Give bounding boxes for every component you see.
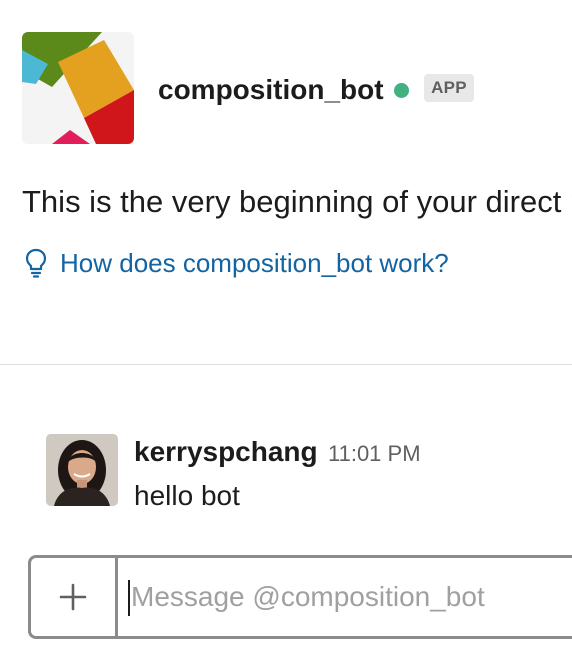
presence-indicator: [394, 83, 409, 98]
user-photo: [46, 434, 118, 506]
message-input[interactable]: [131, 576, 572, 618]
dm-intro-text: This is the very beginning of your direc…: [22, 184, 572, 219]
text-caret: [128, 580, 130, 616]
bot-avatar[interactable]: [22, 32, 134, 144]
app-badge: APP: [424, 74, 474, 102]
help-link-label: How does composition_bot work?: [60, 247, 449, 278]
dm-channel-view: composition_bot APP This is the very beg…: [0, 0, 572, 660]
plus-icon: [59, 583, 87, 611]
message-author[interactable]: kerryspchang: [134, 434, 318, 470]
user-avatar[interactable]: [46, 434, 118, 506]
message-timestamp[interactable]: 11:01 PM: [328, 440, 421, 468]
message-composer: [28, 555, 572, 639]
message-text: hello bot: [134, 480, 240, 511]
divider: [0, 364, 572, 365]
lightbulb-icon: [25, 248, 47, 278]
bot-name[interactable]: composition_bot: [158, 72, 384, 108]
help-link[interactable]: How does composition_bot work?: [24, 245, 449, 281]
slack-logo-icon: [22, 32, 134, 144]
add-attachment-button[interactable]: [31, 558, 118, 636]
